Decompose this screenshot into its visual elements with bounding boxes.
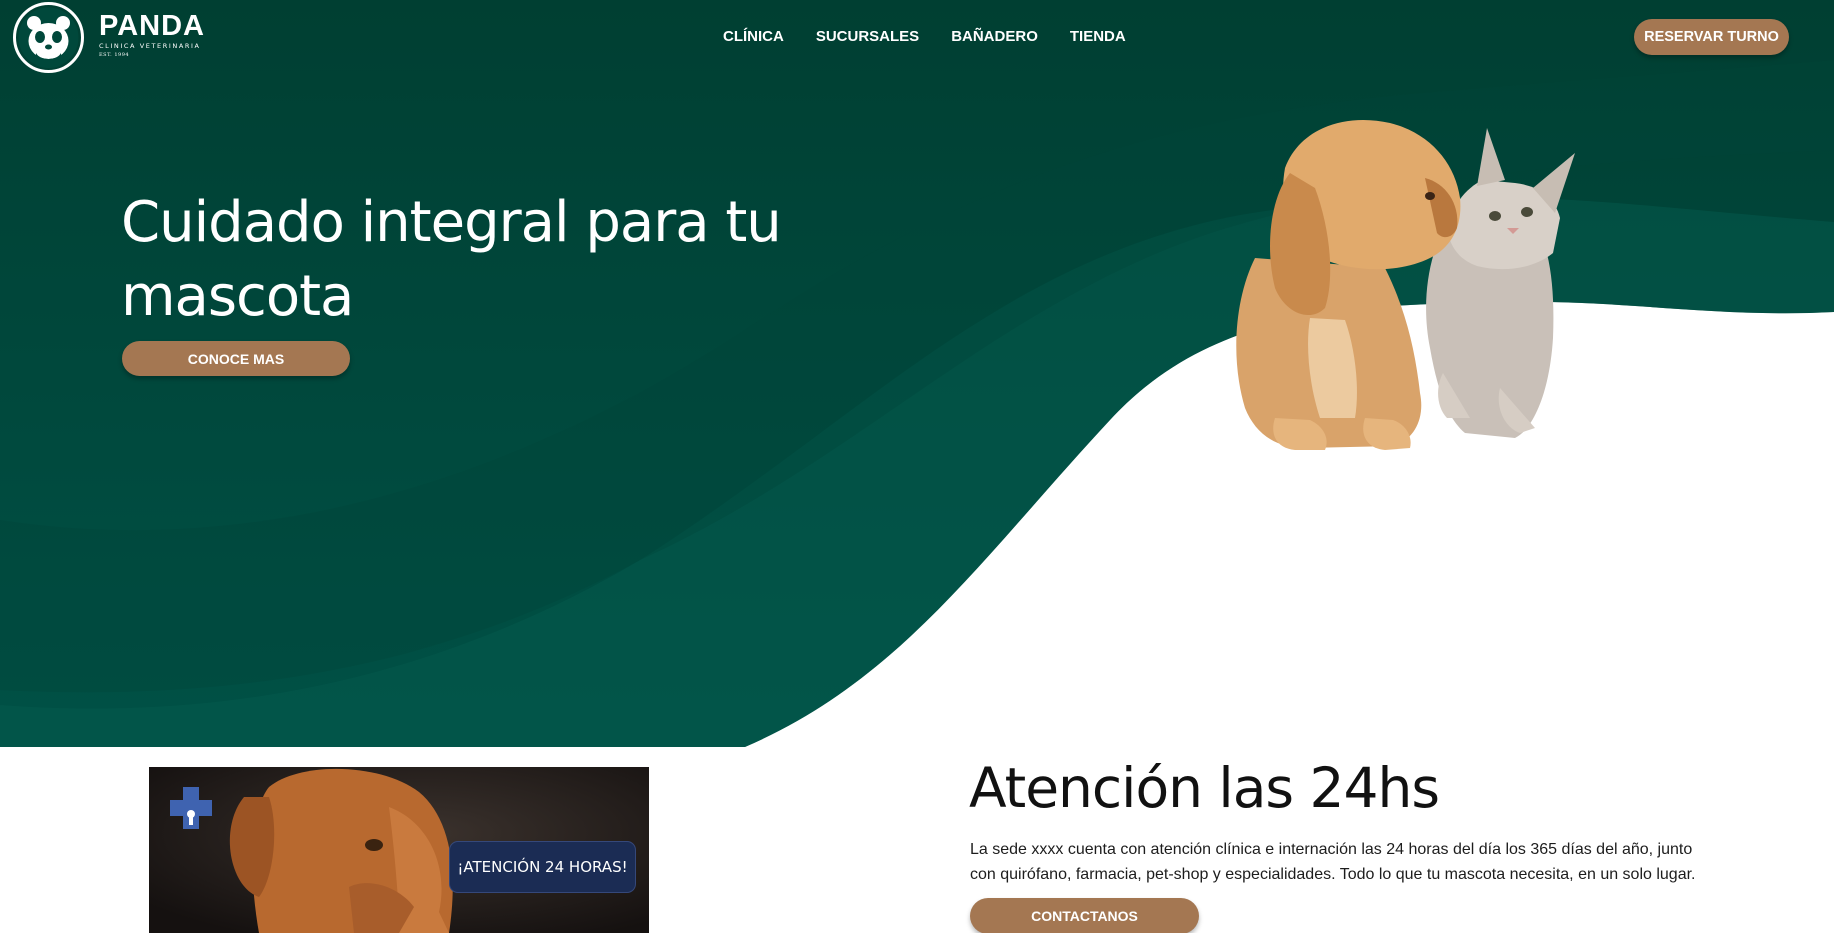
main-nav: CLÍNICA SUCURSALES BAÑADERO TIENDA — [723, 28, 1158, 46]
nav-item-tienda[interactable]: TIENDA — [1070, 28, 1126, 46]
medical-cross-icon — [170, 787, 212, 829]
section-description: La sede xxxx cuenta con atención clínica… — [970, 841, 1696, 883]
nav-item-clinica[interactable]: CLÍNICA — [723, 28, 784, 46]
hero-title: Cuidado integral para tu mascota — [121, 190, 782, 329]
brand-established: EST. 1994 — [99, 51, 130, 58]
reserve-appointment-button[interactable]: RESERVAR TURNO — [1634, 19, 1789, 55]
dog-promo-image: ¡ATENCIÓN 24 HORAS! — [149, 767, 649, 933]
brand-name: PANDA — [99, 9, 205, 42]
brand-logo[interactable]: PANDA CLINICA VETERINARIA EST. 1994 — [12, 1, 205, 74]
section-title: Atención las 24hs — [969, 756, 1440, 820]
site-header: PANDA CLINICA VETERINARIA EST. 1994 CLÍN… — [0, 0, 1834, 74]
learn-more-button[interactable]: CONOCE MAS — [122, 341, 350, 376]
nav-item-banadero[interactable]: BAÑADERO — [951, 28, 1038, 46]
brand-subtitle: CLINICA VETERINARIA — [99, 41, 201, 50]
puppy-and-kitten-image — [1236, 120, 1575, 450]
nav-item-sucursales[interactable]: SUCURSALES — [816, 28, 919, 46]
panda-logo-icon — [13, 2, 84, 73]
contact-button[interactable]: CONTACTANOS — [970, 898, 1199, 933]
attention-24h-badge: ¡ATENCIÓN 24 HORAS! — [449, 841, 636, 893]
